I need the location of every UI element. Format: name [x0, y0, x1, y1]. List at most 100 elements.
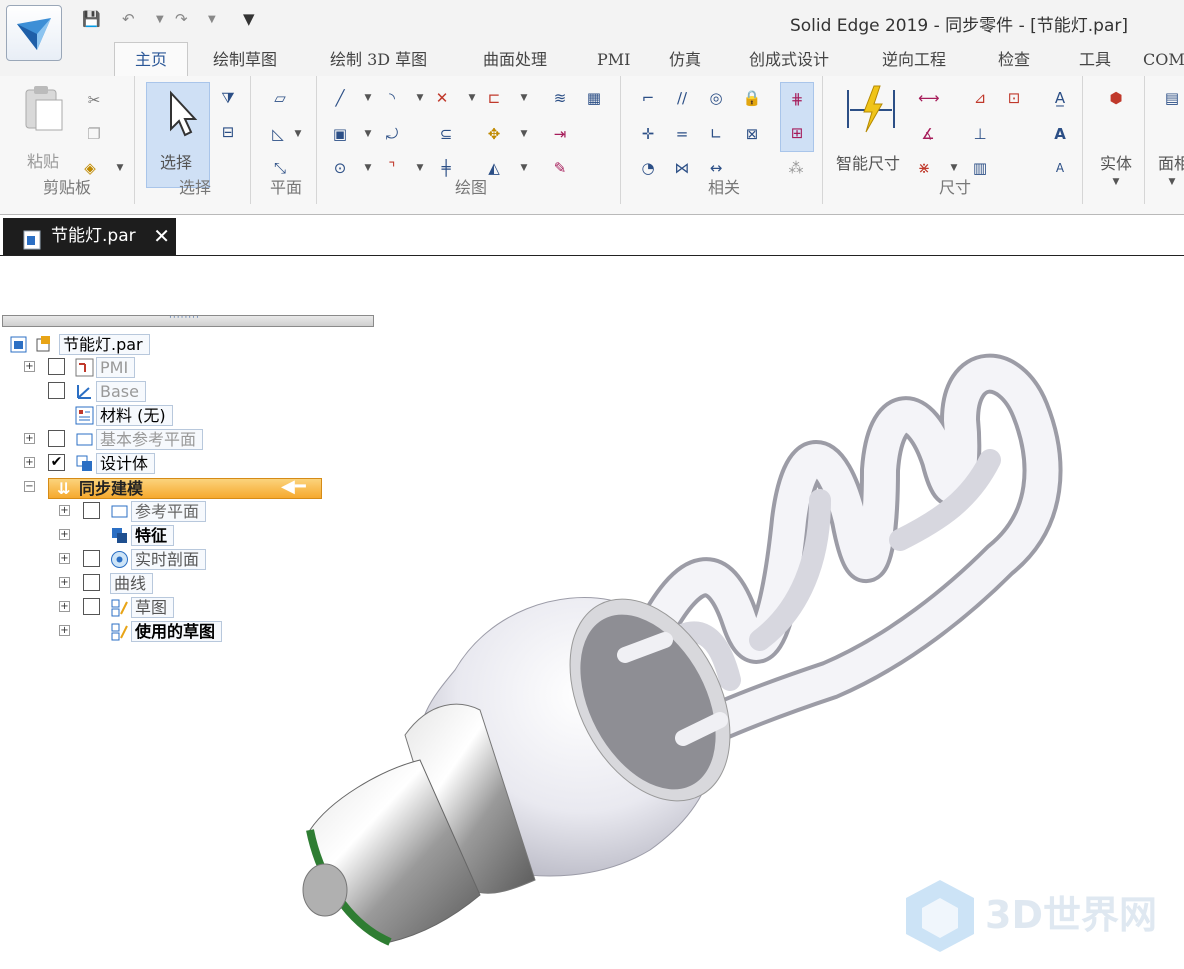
- reference-planes-checkbox[interactable]: [83, 502, 100, 519]
- close-icon[interactable]: ✕: [153, 218, 170, 255]
- tab-3d-sketch[interactable]: 绘制 3D 草图: [330, 46, 427, 76]
- design-body-checkbox[interactable]: ✔: [48, 454, 65, 471]
- paste-icon[interactable]: [22, 84, 66, 134]
- lock-icon[interactable]: 🔒: [742, 88, 762, 108]
- parallel-icon[interactable]: ∕∕: [672, 88, 692, 108]
- document-tab[interactable]: 节能灯.par ✕: [3, 218, 176, 255]
- pathfinder-header[interactable]: ········: [2, 313, 374, 327]
- select-filter-icon[interactable]: ⧩: [218, 88, 238, 108]
- solid-icon[interactable]: ⬢: [1106, 88, 1126, 108]
- move-icon[interactable]: ✥: [484, 124, 504, 144]
- concentric-icon[interactable]: ◎: [706, 88, 726, 108]
- expand-curves-icon[interactable]: +: [59, 577, 70, 588]
- dimension-axis-icon[interactable]: ⊥: [970, 124, 990, 144]
- redo-dropdown-icon[interactable]: ▼: [208, 14, 216, 25]
- rigid-set-icon[interactable]: ⊠: [742, 124, 762, 144]
- tab-simulation[interactable]: 仿真: [669, 46, 701, 76]
- smart-dimension-icon[interactable]: [844, 82, 898, 136]
- pmi-checkbox[interactable]: [48, 358, 65, 375]
- tree-item-synchronous[interactable]: ⇊ 同步建模 ◀━: [48, 477, 322, 499]
- expand-features-icon[interactable]: +: [59, 529, 70, 540]
- projection-icon[interactable]: ▦: [584, 88, 604, 108]
- graphics-window[interactable]: 3D世界网: [0, 256, 1184, 969]
- angle-between-icon[interactable]: ∡: [918, 124, 938, 144]
- offset-icon[interactable]: ⊏: [484, 88, 504, 108]
- expand-live-sections-icon[interactable]: +: [59, 553, 70, 564]
- live-sections-label: 实时剖面: [131, 549, 207, 570]
- tab-inspect[interactable]: 检查: [998, 46, 1030, 76]
- expand-base-planes-icon[interactable]: +: [24, 433, 35, 444]
- tab-reverse-engineering[interactable]: 逆向工程: [882, 46, 946, 76]
- save-icon[interactable]: 💾: [82, 10, 101, 28]
- curves-checkbox[interactable]: [83, 574, 100, 591]
- expand-sketches-icon[interactable]: +: [59, 601, 70, 612]
- used-sketches-label: 使用的草图: [131, 621, 223, 642]
- redo-icon[interactable]: ↷: [175, 10, 188, 28]
- undo-dropdown-icon[interactable]: ▼: [156, 14, 164, 25]
- connect-icon[interactable]: ⌐: [638, 88, 658, 108]
- distance-between-icon[interactable]: ⟷: [918, 88, 940, 108]
- application-button[interactable]: [6, 5, 62, 61]
- move-dropdown-icon[interactable]: ▼: [520, 124, 528, 144]
- tab-surfacing[interactable]: 曲面处理: [483, 46, 547, 76]
- perpendicular-icon[interactable]: ∟: [706, 124, 726, 144]
- customize-quick-access-icon[interactable]: ▼: [243, 10, 255, 28]
- trim-dropdown-icon[interactable]: ▼: [468, 88, 476, 108]
- expand-used-sketches-icon[interactable]: +: [59, 625, 70, 636]
- include-icon[interactable]: ≋: [550, 88, 570, 108]
- text-style-icon[interactable]: A̲: [1050, 88, 1070, 108]
- collapse-sync-icon[interactable]: −: [24, 481, 35, 492]
- plane-dropdown-icon[interactable]: ▼: [294, 124, 302, 144]
- offset-dropdown-icon[interactable]: ▼: [520, 88, 528, 108]
- rollback-marker-icon[interactable]: ◀━: [281, 477, 306, 496]
- line-icon[interactable]: ╱: [330, 88, 350, 108]
- maintain-relationships-icon[interactable]: ⋕: [787, 89, 807, 109]
- base-planes-checkbox[interactable]: [48, 430, 65, 447]
- curve-icon[interactable]: ⤾: [382, 124, 402, 144]
- decrease-font-icon[interactable]: A: [1050, 158, 1070, 178]
- tab-pmi[interactable]: PMI: [597, 46, 630, 76]
- face-related-dropdown-icon[interactable]: ▼: [1168, 172, 1176, 192]
- tab-sketch[interactable]: 绘制草图: [213, 46, 277, 76]
- expand-reference-planes-icon[interactable]: +: [59, 505, 70, 516]
- select-button[interactable]: 选择: [146, 82, 210, 188]
- solid-dropdown-icon[interactable]: ▼: [1112, 172, 1120, 192]
- extend-icon[interactable]: ⊆: [436, 124, 456, 144]
- cut-icon[interactable]: ✂: [84, 90, 104, 110]
- sketches-checkbox[interactable]: [83, 598, 100, 615]
- project-to-sketch-icon[interactable]: ⇥: [550, 124, 570, 144]
- expand-pmi-icon[interactable]: +: [24, 361, 35, 372]
- chamfer-dimension-icon[interactable]: ⊡: [1004, 88, 1024, 108]
- relationship-handles-toggle[interactable]: ⋕ ⊞: [780, 82, 814, 152]
- base-checkbox[interactable]: [48, 382, 65, 399]
- plane-by-line-icon[interactable]: ◺: [268, 124, 288, 144]
- rectangle-dropdown-icon[interactable]: ▼: [364, 124, 372, 144]
- copy-icon[interactable]: ❐: [84, 124, 104, 144]
- expand-design-body-icon[interactable]: +: [24, 457, 35, 468]
- trim-icon[interactable]: ✕: [432, 88, 452, 108]
- arc-dropdown-icon[interactable]: ▼: [416, 88, 424, 108]
- solid-button[interactable]: 实体: [1100, 150, 1132, 174]
- grip-icon[interactable]: ········: [169, 313, 200, 323]
- tab-comsol[interactable]: COMSO: [1143, 46, 1184, 76]
- symmetric-diameter-icon[interactable]: ⊿: [970, 88, 990, 108]
- paste-button[interactable]: 粘贴: [27, 148, 59, 172]
- tab-generative-design[interactable]: 创成式设计: [749, 46, 829, 76]
- arc-icon[interactable]: ◝: [382, 88, 402, 108]
- face-related-button[interactable]: 面相: [1158, 150, 1184, 174]
- line-dropdown-icon[interactable]: ▼: [364, 88, 372, 108]
- increase-font-icon[interactable]: A: [1050, 124, 1070, 144]
- relationship-assistant-icon[interactable]: ⊞: [787, 123, 807, 143]
- smart-dimension-button[interactable]: 智能尺寸: [836, 150, 900, 174]
- equal-icon[interactable]: =: [672, 124, 692, 144]
- tab-home[interactable]: 主页: [114, 42, 189, 78]
- coincident-plane-icon[interactable]: ▱: [270, 88, 290, 108]
- face-related-icon[interactable]: ▤: [1162, 88, 1182, 108]
- live-sections-checkbox[interactable]: [83, 550, 100, 567]
- rectangle-icon[interactable]: ▣: [330, 124, 350, 144]
- undo-icon[interactable]: ↶: [122, 10, 135, 28]
- horizontal-vertical-icon[interactable]: ✛: [638, 124, 658, 144]
- tab-tools[interactable]: 工具: [1079, 46, 1111, 76]
- select-tool-icon[interactable]: ⊟: [218, 122, 238, 142]
- solid-group: ⬢ 实体 ▼: [1088, 76, 1145, 204]
